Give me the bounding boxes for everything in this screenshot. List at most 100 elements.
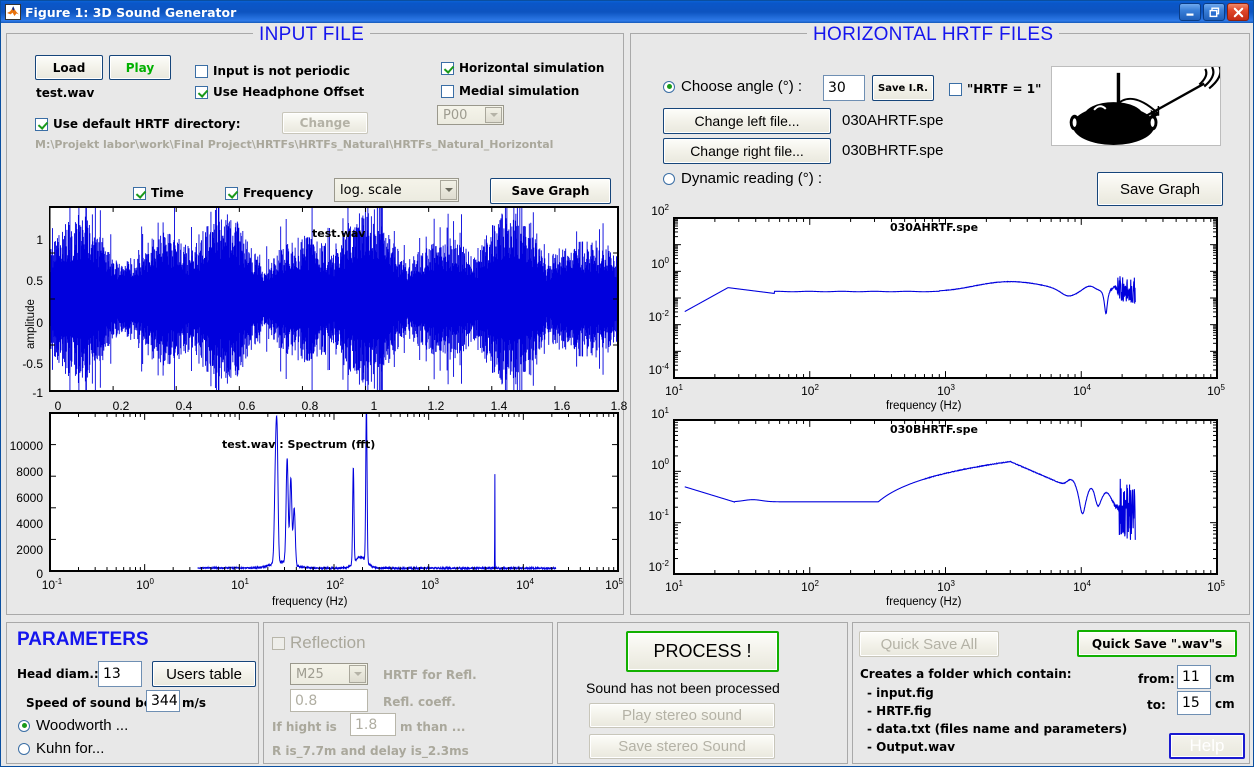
hrtfA-x-1: 101 xyxy=(665,383,683,398)
input-not-periodic-checkbox[interactable]: Input is not periodic xyxy=(195,64,350,78)
save-graph-button-input[interactable]: Save Graph xyxy=(490,178,611,204)
spec-x-5: 104 xyxy=(516,577,534,592)
process-status-label: Sound has not been processed xyxy=(586,680,780,696)
change-right-file-button[interactable]: Change right file... xyxy=(663,138,831,164)
to-input[interactable]: 15 xyxy=(1177,691,1211,715)
parameters-panel: PARAMETERS Head diam.: 13 Users table Sp… xyxy=(6,622,259,764)
choose-angle-label: Choose angle (°) : xyxy=(681,78,803,95)
load-button[interactable]: Load xyxy=(35,55,103,80)
refl-coeff-input[interactable]: 0.8 xyxy=(290,689,368,712)
folder-content-item-2: - data.txt (files name and parameters) xyxy=(867,722,1128,736)
dynamic-reading-radio[interactable]: Dynamic reading (°) : xyxy=(663,170,822,187)
save-stereo-sound-button[interactable]: Save stereo Sound xyxy=(589,734,775,759)
change-left-file-button[interactable]: Change left file... xyxy=(663,108,831,134)
spectrum-plot xyxy=(49,412,619,572)
process-button[interactable]: PROCESS ! xyxy=(626,631,779,672)
save-graph-button-hrtf[interactable]: Save Graph xyxy=(1097,172,1223,206)
from-label: from: xyxy=(1138,672,1175,686)
medial-simulation-checkbox[interactable]: Medial simulation xyxy=(441,84,579,98)
time-checkbox[interactable]: Time xyxy=(133,186,184,200)
spec-x-0: 10-1 xyxy=(41,577,63,592)
users-table-button[interactable]: Users table xyxy=(152,661,256,687)
horizontal-simulation-checkbox[interactable]: Horizontal simulation xyxy=(441,61,604,75)
x-tick-0: 0 xyxy=(54,399,62,413)
spec-x-2: 101 xyxy=(231,577,249,592)
use-headphone-offset-label: Use Headphone Offset xyxy=(213,85,365,99)
close-button[interactable] xyxy=(1227,3,1249,21)
hrtfA-x-3: 103 xyxy=(937,383,955,398)
folder-content-item-1: - HRTF.fig xyxy=(867,704,932,718)
hrtf-equals-one-checkbox[interactable]: "HRTF = 1" xyxy=(949,82,1041,96)
time-plot-ylabel: amplitude xyxy=(25,299,37,349)
height-input[interactable]: 1.8 xyxy=(350,713,396,736)
hrtf-panel-title: HORIZONTAL HRTF FILES xyxy=(807,24,1060,46)
hrtfA-x-2: 102 xyxy=(801,383,819,398)
frequency-label: Frequency xyxy=(243,186,314,200)
reflection-panel: Reflection M25 HRTF for Refl. 0.8 Refl. … xyxy=(263,622,553,764)
head-diam-input[interactable]: 13 xyxy=(98,661,142,687)
use-default-hrtf-dir-checkbox[interactable]: Use default HRTF directory: xyxy=(35,117,241,131)
chevron-down-icon xyxy=(440,180,457,200)
spec-x-6: 105 xyxy=(605,577,623,592)
hrtf-right-plot xyxy=(673,419,1218,575)
hrtfA-title: 030AHRTF.spe xyxy=(890,221,979,234)
spec-x-4: 103 xyxy=(421,577,439,592)
spec-y-2000: 2000 xyxy=(16,543,43,557)
hrtf-files-panel: HORIZONTAL HRTF FILES Choose angle (°) :… xyxy=(630,24,1250,615)
from-input[interactable]: 11 xyxy=(1177,665,1211,689)
speed-of-sound-input[interactable]: 344 xyxy=(146,690,180,712)
checkbox-box xyxy=(133,186,146,200)
quick-save-all-button[interactable]: Quick Save All xyxy=(859,631,999,657)
scale-dropdown[interactable]: log. scale xyxy=(334,178,459,202)
use-headphone-offset-checkbox[interactable]: Use Headphone Offset xyxy=(195,85,364,99)
woodworth-radio[interactable]: Woodworth ... xyxy=(18,717,128,734)
hrtfB-x-1: 101 xyxy=(665,579,683,594)
hrtf-for-refl-label: HRTF for Refl. xyxy=(383,668,477,682)
reflection-checkbox[interactable]: Reflection xyxy=(272,633,366,653)
x-tick-1: 1 xyxy=(370,399,378,413)
hrtfA-xlabel: frequency (Hz) xyxy=(886,400,962,412)
y-tick-neg1: -1 xyxy=(32,386,43,400)
checkbox-box xyxy=(272,636,285,650)
change-directory-button[interactable]: Change xyxy=(282,112,368,134)
window-title: Figure 1: 3D Sound Generator xyxy=(25,4,237,20)
minimize-button[interactable] xyxy=(1179,3,1201,21)
application-window: Figure 1: 3D Sound Generator INPUT FILE … xyxy=(0,0,1254,767)
woodworth-label: Woodworth ... xyxy=(36,717,129,734)
time-label: Time xyxy=(151,186,184,200)
hrtfB-x-2: 102 xyxy=(801,579,819,594)
play-stereo-sound-button[interactable]: Play stereo sound xyxy=(589,703,775,728)
radio-dot xyxy=(663,80,675,93)
checkbox-box xyxy=(35,117,48,131)
reflection-hrtf-dropdown[interactable]: M25 xyxy=(290,663,368,685)
angle-input[interactable]: 30 xyxy=(823,75,865,101)
input-not-periodic-label: Input is not periodic xyxy=(213,64,351,78)
hrtfA-x-5: 105 xyxy=(1207,383,1225,398)
right-file-label: 030BHRTF.spe xyxy=(842,142,944,159)
hrtfA-y-0: 100 xyxy=(651,256,669,271)
radio-dot xyxy=(663,172,675,185)
checkbox-box xyxy=(441,84,454,98)
spec-y-8000: 8000 xyxy=(16,465,43,479)
frequency-checkbox[interactable]: Frequency xyxy=(225,186,313,200)
medial-profile-dropdown[interactable]: P00 xyxy=(437,105,504,125)
play-button[interactable]: Play xyxy=(109,55,171,80)
hrtfA-x-4: 104 xyxy=(1073,383,1091,398)
save-ir-button[interactable]: Save I.R. xyxy=(872,75,934,101)
time-plot-title: test.wav xyxy=(312,227,366,240)
restore-button[interactable] xyxy=(1203,3,1225,21)
horizontal-simulation-label: Horizontal simulation xyxy=(459,61,605,75)
spec-y-4000: 4000 xyxy=(16,517,43,531)
spec-x-3: 102 xyxy=(326,577,344,592)
kuhn-radio[interactable]: Kuhn for... xyxy=(18,740,104,757)
quick-save-wavs-button[interactable]: Quick Save ".wav"s xyxy=(1077,630,1237,657)
x-tick-06: 0.6 xyxy=(238,399,256,413)
chevron-down-icon xyxy=(349,665,366,683)
choose-angle-radio[interactable]: Choose angle (°) : xyxy=(663,78,802,95)
help-button[interactable]: Help xyxy=(1169,733,1245,759)
creates-folder-label: Creates a folder which contain: xyxy=(860,667,1072,681)
folder-content-item-3: - Output.wav xyxy=(867,740,956,754)
use-default-hrtf-dir-label: Use default HRTF directory: xyxy=(53,117,241,131)
x-tick-16: 1.6 xyxy=(553,399,571,413)
hrtfA-y-2: 102 xyxy=(651,203,669,218)
